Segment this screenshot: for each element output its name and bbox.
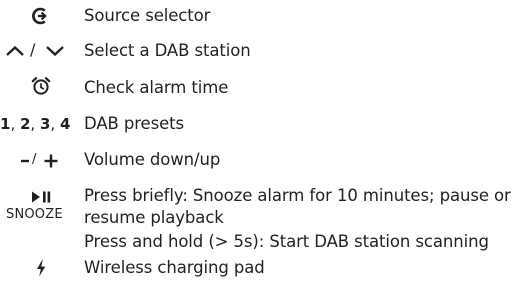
legend-row-snooze: SNOOZE Press briefly: Snooze alarm for 1… [0,185,521,251]
preset-2: 2 [19,115,31,133]
lightning-bolt-icon [37,259,46,277]
volume-plus-icon [44,154,58,168]
legend-row-alarm: Check alarm time [0,75,521,99]
legend-row-presets: 1, 2, 3, 4 DAB presets [0,113,521,137]
snooze-label: SNOOZE [6,207,63,222]
source-selector-icon [32,7,47,25]
legend-row-select-station: / Select a DAB station [0,39,521,63]
snooze-description-line-3: Press and hold (> 5s): Start DAB station… [84,232,489,251]
snooze-description-line-1: Press briefly: Snooze alarm for 10 minut… [84,186,511,205]
source-selector-description: Source selector [84,6,211,25]
snooze-description-line-2: resume playback [84,208,224,227]
play-pause-icon [32,191,51,203]
chevron-down-icon [46,46,64,57]
separator-slash: / [32,152,37,167]
legend-row-source-selector: Source selector [0,4,521,28]
preset-3: 3 [39,115,51,133]
chevron-up-icon [6,45,24,56]
preset-4: 4 [59,115,71,133]
legend-row-wireless-charging: Wireless charging pad [0,256,521,280]
select-station-description: Select a DAB station [84,41,251,60]
legend-row-volume: / Volume down/up [0,148,521,172]
presets-description: DAB presets [84,114,185,133]
volume-minus-icon [21,159,29,163]
preset-numbers: 1, 2, 3, 4 [0,115,71,133]
preset-1: 1 [0,115,11,133]
volume-description: Volume down/up [84,150,221,169]
alarm-description: Check alarm time [84,78,229,97]
alarm-clock-icon [31,77,51,95]
separator-slash: / [30,40,36,59]
wireless-charging-description: Wireless charging pad [84,258,265,277]
